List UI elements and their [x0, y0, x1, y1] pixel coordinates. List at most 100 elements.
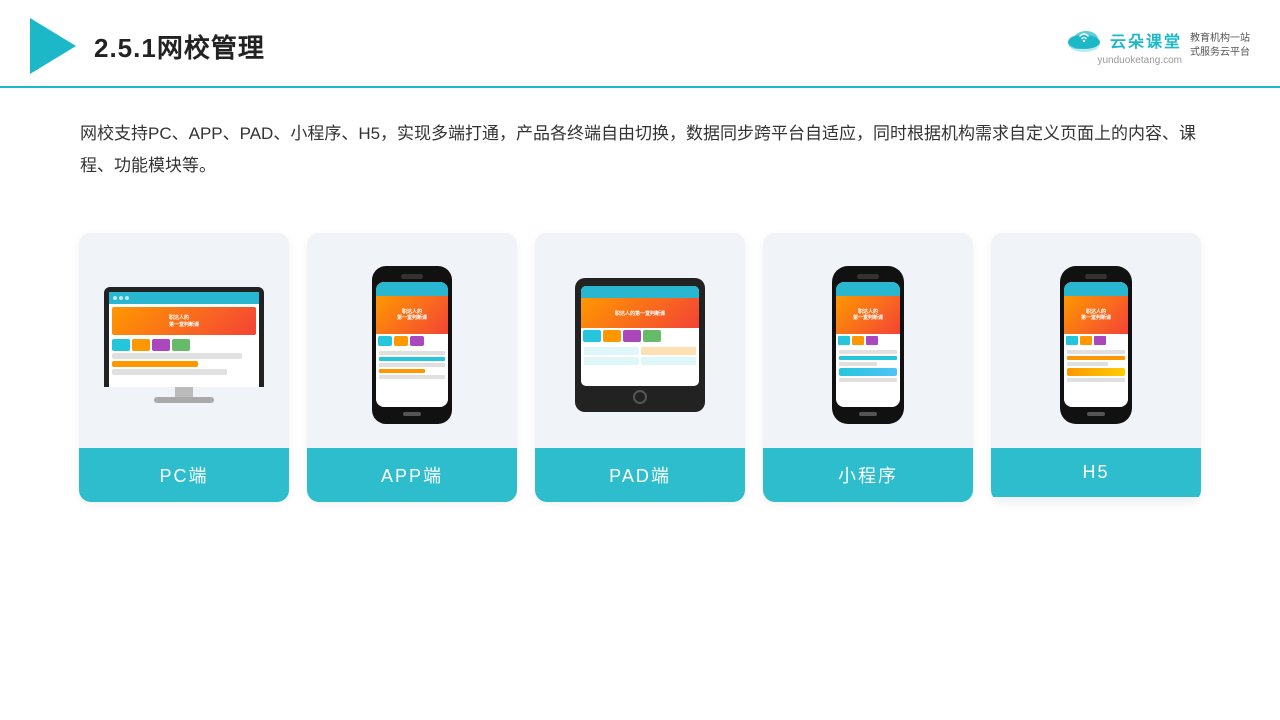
phone-hero-mini: 职达人的第一堂判断课: [836, 296, 900, 334]
ipad-hero-text: 职达人的第一堂判断课: [615, 310, 665, 317]
pc-dot-1: [113, 296, 117, 300]
pc-row-2: [112, 361, 198, 367]
mini-row-2: [839, 356, 897, 360]
h5-icon-3: [1094, 336, 1106, 345]
ipad-icon-row: [581, 328, 699, 344]
mini-banner-row: [839, 368, 897, 376]
brand-name: 云朵课堂: [1110, 28, 1182, 52]
phone-hero-h5: 职达人的第一堂判断课: [1064, 296, 1128, 334]
pc-stand-base: [154, 397, 214, 403]
mini-icon-1: [838, 336, 850, 345]
phone-screen-mini: 职达人的第一堂判断课: [836, 282, 900, 407]
phone-screen-app: 职达人的第一堂判断课: [376, 282, 448, 407]
mini-icon-2: [852, 336, 864, 345]
ipad-icon-3: [623, 330, 641, 342]
phone-outer-h5: 职达人的第一堂判断课: [1060, 266, 1132, 424]
ipad-cell-3: [584, 357, 639, 365]
card-label-pc: PC端: [79, 448, 289, 502]
phone-hero-text-h5: 职达人的第一堂判断课: [1081, 309, 1111, 322]
ipad-icon-2: [603, 330, 621, 342]
card-pad: 职达人的第一堂判断课: [535, 233, 745, 502]
card-h5: 职达人的第一堂判断课: [991, 233, 1201, 502]
h5-row-3: [1067, 362, 1108, 366]
pc-icon-3: [152, 339, 170, 351]
mini-content: [836, 347, 900, 387]
pc-device: 职达人的第一堂判断课: [99, 287, 269, 403]
phone-notch-mini: [857, 274, 879, 279]
app-row-5: [379, 375, 445, 379]
phone-bar-h5: [1064, 282, 1128, 296]
app-row-4: [379, 369, 425, 373]
mini-row-4: [839, 378, 897, 382]
card-label-pad: PAD端: [535, 448, 745, 502]
pc-icon-4: [172, 339, 190, 351]
app-row-3: [379, 363, 445, 367]
h5-row-4: [1067, 378, 1125, 382]
pc-content: 职达人的第一堂判断课: [109, 304, 259, 378]
phone-notch-h5: [1085, 274, 1107, 279]
header-right: 云朵课堂 yunduoketang.com 教育机构一站式服务云平台: [1064, 26, 1250, 66]
brand-slogan: 教育机构一站式服务云平台: [1190, 32, 1250, 60]
app-mockup-area: 职达人的第一堂判断课: [307, 233, 517, 448]
pc-row-3: [112, 369, 227, 375]
phone-hero-app: 职达人的第一堂判断课: [376, 296, 448, 334]
page-title: 2.5.1网校管理: [94, 28, 265, 65]
h5-icon-1: [1066, 336, 1078, 345]
app-icon-2: [394, 336, 408, 346]
brand-logo: 云朵课堂 yunduoketang.com: [1064, 26, 1182, 66]
ipad-screen: 职达人的第一堂判断课: [581, 286, 699, 386]
card-label-h5: H5: [991, 448, 1201, 497]
header-left: 2.5.1网校管理: [30, 18, 265, 74]
phone-hero-text-mini: 职达人的第一堂判断课: [853, 309, 883, 322]
pc-stand-neck: [175, 387, 193, 397]
description-content: 网校支持PC、APP、PAD、小程序、H5，实现多端打通，产品各终端自由切换，数…: [80, 124, 1196, 175]
pc-bar: [109, 292, 259, 304]
app-row-1: [379, 351, 445, 355]
card-mini: 职达人的第一堂判断课: [763, 233, 973, 502]
phone-home-app: [403, 412, 421, 416]
device-cards-container: 职达人的第一堂判断课: [0, 203, 1280, 522]
pc-dot-2: [119, 296, 123, 300]
ipad-cell-4: [641, 357, 696, 365]
app-device: 职达人的第一堂判断课: [372, 266, 452, 424]
cloud-svg-icon: [1064, 26, 1104, 54]
h5-content: [1064, 347, 1128, 387]
phone-outer-mini: 职达人的第一堂判断课: [832, 266, 904, 424]
phone-home-mini: [859, 412, 877, 416]
page-header: 2.5.1网校管理 云朵课堂 yunduoketang.com 教育机构一: [0, 0, 1280, 88]
phone-bar-mini: [836, 282, 900, 296]
ipad-icon-4: [643, 330, 661, 342]
pad-device: 职达人的第一堂判断课: [575, 278, 705, 412]
phone-hero-text-app: 职达人的第一堂判断课: [397, 309, 427, 322]
app-row-2: [379, 357, 445, 361]
h5-icon-row: [1064, 334, 1128, 347]
card-app: 职达人的第一堂判断课: [307, 233, 517, 502]
mini-device: 职达人的第一堂判断课: [832, 266, 904, 424]
app-icon-row: [376, 334, 448, 348]
card-pc: 职达人的第一堂判断课: [79, 233, 289, 502]
pc-icon-2: [132, 339, 150, 351]
mini-row-3: [839, 362, 877, 366]
h5-row-2: [1067, 356, 1125, 360]
app-content: [376, 348, 448, 384]
ipad-home-btn: [633, 390, 647, 404]
h5-device: 职达人的第一堂判断课: [1060, 266, 1132, 424]
pc-icon-row: [112, 339, 256, 351]
brand-url: yunduoketang.com: [1097, 55, 1182, 66]
pc-dot-3: [125, 296, 129, 300]
h5-row-1: [1067, 350, 1125, 354]
brand-logo-icon: 云朵课堂: [1064, 26, 1182, 54]
mini-icon-3: [866, 336, 878, 345]
ipad-content: [581, 344, 699, 368]
card-label-mini: 小程序: [763, 448, 973, 502]
ipad-icon-1: [583, 330, 601, 342]
card-label-app: APP端: [307, 448, 517, 502]
phone-screen-h5: 职达人的第一堂判断课: [1064, 282, 1128, 407]
ipad-cell-2: [641, 347, 696, 355]
app-icon-1: [378, 336, 392, 346]
phone-home-h5: [1087, 412, 1105, 416]
ipad-hero: 职达人的第一堂判断课: [581, 298, 699, 328]
ipad-outer: 职达人的第一堂判断课: [575, 278, 705, 412]
h5-icon-2: [1080, 336, 1092, 345]
pc-icon-1: [112, 339, 130, 351]
